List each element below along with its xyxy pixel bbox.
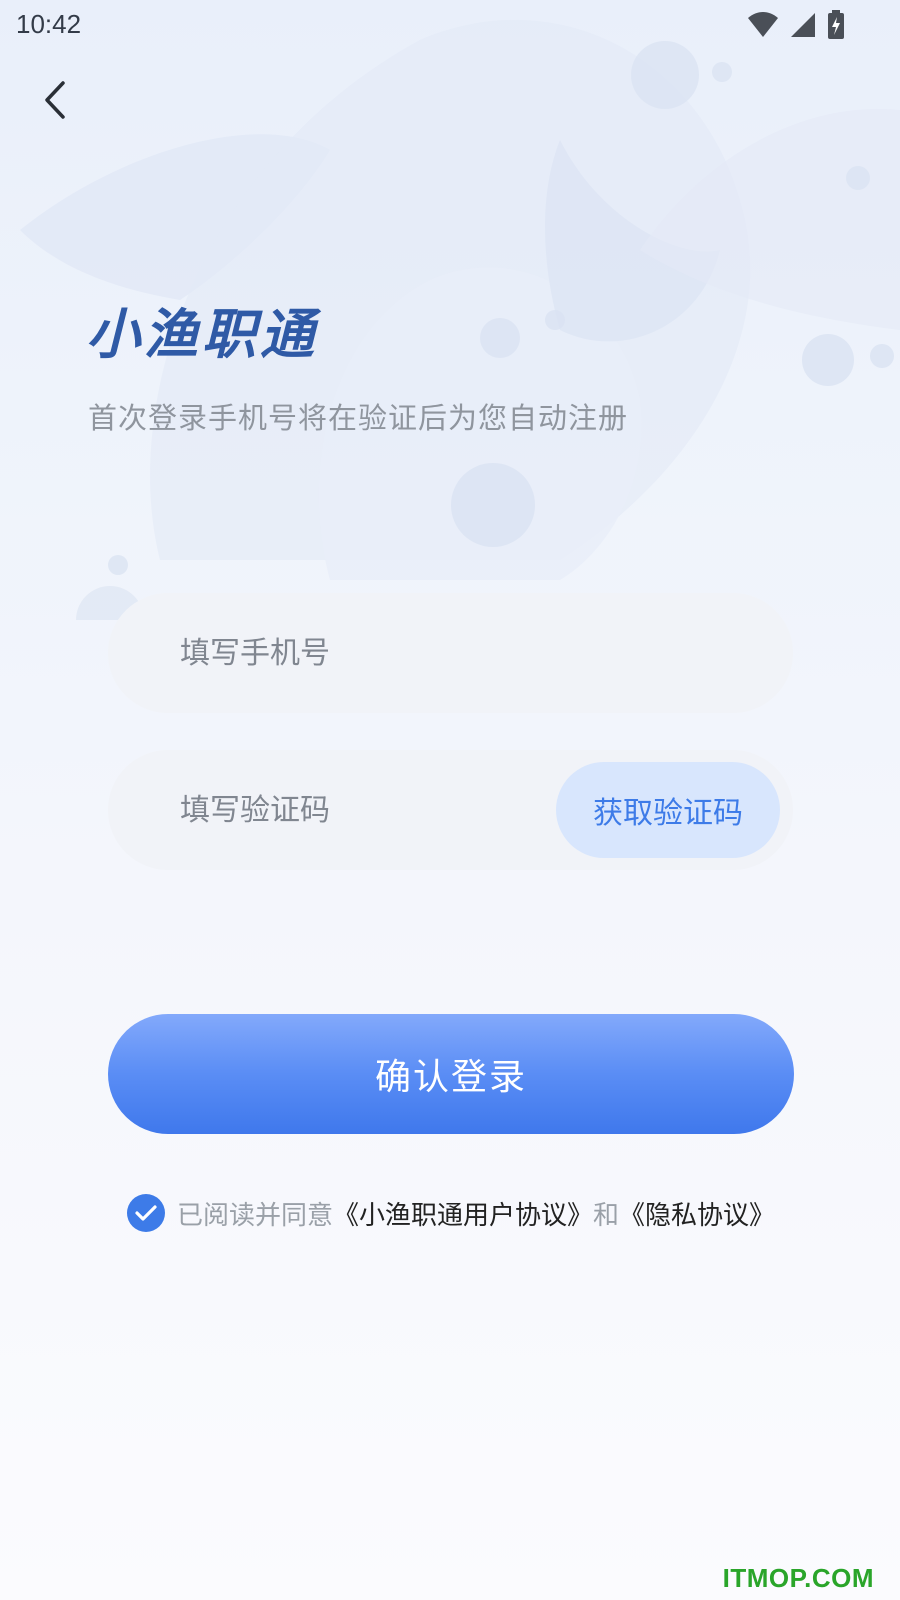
agreement-row: 已阅读并同意 《小渔职通用户协议》 和 《隐私协议》 bbox=[127, 1193, 775, 1233]
app-logo: 小渔职通 bbox=[86, 303, 318, 366]
auto-register-hint: 首次登录手机号将在验证后为您自动注册 bbox=[88, 401, 629, 435]
code-field: 获取验证码 bbox=[108, 750, 793, 870]
phone-input[interactable] bbox=[180, 593, 640, 713]
status-bar: 10:42 bbox=[0, 0, 900, 50]
agreement-joiner: 和 bbox=[593, 1200, 620, 1231]
site-watermark: ITMOP.COM bbox=[722, 1563, 874, 1593]
wifi-icon bbox=[748, 12, 778, 37]
cellular-signal-icon bbox=[791, 13, 815, 37]
checkmark-icon bbox=[135, 1205, 157, 1221]
agreement-checkbox[interactable] bbox=[127, 1194, 165, 1232]
back-button[interactable] bbox=[28, 72, 80, 128]
phone-field bbox=[108, 593, 793, 713]
status-icons bbox=[747, 10, 845, 40]
confirm-login-button[interactable]: 确认登录 bbox=[108, 1014, 794, 1134]
status-time: 10:42 bbox=[16, 9, 82, 39]
privacy-policy-link[interactable]: 《隐私协议》 bbox=[619, 1195, 775, 1232]
agreement-prefix: 已阅读并同意 bbox=[177, 1200, 334, 1231]
user-agreement-link[interactable]: 《小渔职通用户协议》 bbox=[333, 1195, 593, 1232]
get-code-button[interactable]: 获取验证码 bbox=[556, 762, 780, 858]
battery-charging-icon bbox=[828, 10, 844, 39]
chevron-left-icon bbox=[45, 81, 65, 119]
